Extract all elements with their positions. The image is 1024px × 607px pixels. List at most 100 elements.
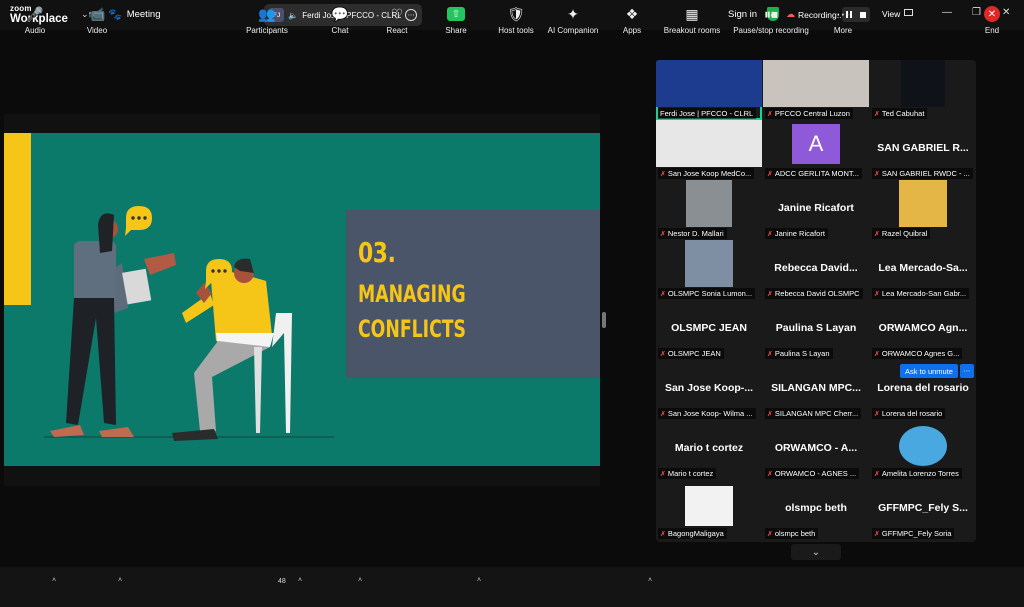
minimize-icon[interactable]: —	[942, 7, 952, 18]
caret-up-icon[interactable]: ˄	[52, 577, 56, 584]
participants-button[interactable]: 👥 Participants	[242, 4, 292, 36]
participant-tile[interactable]: Rebecca David... ✗ Rebecca David OLSMPC	[763, 240, 869, 300]
pause-stop-recording-button[interactable]: ⏸⏹ Pause/stop recording	[730, 4, 812, 36]
muted-mic-icon: ✗	[660, 290, 666, 298]
ai-companion-label: AI Companion	[547, 26, 599, 35]
video-button[interactable]: 📹 Video	[82, 4, 112, 36]
caret-up-icon[interactable]: ˄	[648, 577, 652, 584]
muted-mic-icon: ✗	[660, 350, 666, 358]
more-button[interactable]: ⋯ More	[828, 4, 858, 36]
audio-button[interactable]: 🎤 Audio	[20, 4, 50, 36]
caret-up-icon[interactable]: ˄	[298, 577, 302, 584]
grid-icon	[904, 9, 914, 16]
muted-mic-icon: ✗	[660, 170, 666, 178]
chevron-down-icon[interactable]: ⌄	[791, 544, 841, 560]
meeting-menu[interactable]: 🐾 Meeting	[108, 8, 161, 21]
participant-photo	[899, 180, 947, 227]
recording-control-label: Pause/stop recording	[733, 26, 809, 35]
end-button[interactable]: ✕ End	[978, 4, 1006, 35]
view-label: View	[882, 9, 901, 19]
participant-tile[interactable]: San Jose Koop-... ✗ San Jose Koop- Wilma …	[656, 360, 762, 420]
participant-label: ✗ OLSMPC Sonia Lumon...	[658, 288, 756, 299]
participant-display-name: OLSMPC JEAN	[671, 322, 747, 334]
participant-label: ✗ Ted Cabuhat	[872, 108, 928, 119]
participant-tile[interactable]: OLSMPC JEAN ✗ OLSMPC JEAN	[656, 300, 762, 360]
participants-label: Participants	[246, 26, 288, 35]
ai-companion-button[interactable]: ✦ AI Companion	[546, 4, 600, 36]
ask-to-unmute-button[interactable]: Ask to unmute	[900, 364, 958, 378]
participant-tile[interactable]: Ferdi Jose | PFCCO - CLRL	[656, 60, 762, 120]
participant-tile[interactable]: ✗ Razel Quibral	[870, 180, 976, 240]
caret-up-icon[interactable]: ˄	[118, 577, 122, 584]
participant-name: SAN GABRIEL RWDC - ...	[881, 169, 970, 178]
muted-mic-icon: ✗	[660, 410, 666, 418]
participant-tile[interactable]: ORWAMCO - A... ✗ ORWAMCO - AGNES ...	[763, 420, 869, 480]
sparkle-icon: ✦	[567, 5, 579, 22]
share-button[interactable]: ⇧ Share	[441, 4, 471, 35]
participant-display-name: SILANGAN MPC...	[771, 382, 861, 394]
participant-avatar: A	[792, 124, 840, 164]
participant-name: ORWAMCO Agnes G...	[881, 349, 960, 358]
muted-mic-icon: ✗	[874, 470, 880, 478]
participant-tile[interactable]: SAN GABRIEL R... ✗ SAN GABRIEL RWDC - ...	[870, 120, 976, 180]
participant-display-name: olsmpc beth	[785, 502, 847, 514]
more-icon: ⋯	[836, 5, 850, 22]
participant-tile[interactable]: Janine Ricafort ✗ Janine Ricafort	[763, 180, 869, 240]
participant-tile[interactable]: olsmpc beth ✗ olsmpc beth	[763, 480, 869, 540]
participant-name: Ted Cabuhat	[881, 109, 925, 118]
apps-button[interactable]: ❖ Apps	[617, 4, 647, 36]
participant-name: Paulina S Layan	[774, 349, 830, 358]
stop-icon[interactable]	[860, 11, 866, 18]
chat-button[interactable]: 💬 Chat	[325, 4, 355, 36]
participant-tile[interactable]: ✗ BagongMaligaya	[656, 480, 762, 540]
participant-tile[interactable]: SILANGAN MPC... ✗ SILANGAN MPC Cherr...	[763, 360, 869, 420]
participant-label: ✗ SAN GABRIEL RWDC - ...	[872, 168, 973, 179]
participant-tile[interactable]: A ✗ ADCC GERLITA MONT...	[763, 120, 869, 180]
caret-up-icon[interactable]: ˄	[358, 577, 362, 584]
participant-display-name: ORWAMCO - A...	[774, 442, 858, 454]
participant-tile[interactable]: Lea Mercado-Sa... ✗ Lea Mercado-San Gabr.…	[870, 240, 976, 300]
muted-mic-icon: ✗	[874, 110, 880, 118]
participant-name: GFFMPC_Fely Soria	[881, 529, 952, 538]
participant-name: olsmpc beth	[774, 529, 816, 538]
breakout-rooms-button[interactable]: ▦ Breakout rooms	[662, 4, 722, 36]
more-icon[interactable]: ⋯	[960, 364, 974, 378]
participant-tile[interactable]: ✗ Amelita Lorenzo Torres	[870, 420, 976, 480]
participant-tile[interactable]: ✗ OLSMPC Sonia Lumon...	[656, 240, 762, 300]
participant-name: Nestor D. Mallari	[667, 229, 724, 238]
muted-mic-icon: ✗	[767, 230, 773, 238]
participant-tile[interactable]: ORWAMCO Agn... ✗ ORWAMCO Agnes G...	[870, 300, 976, 360]
participant-tile[interactable]: ✗ San Jose Koop MedCo...	[656, 120, 762, 180]
slide-number: 03.	[358, 236, 396, 269]
participant-tile[interactable]: Paulina S Layan ✗ Paulina S Layan	[763, 300, 869, 360]
host-tools-button[interactable]: 🛡 Host tools	[496, 4, 536, 36]
split-resize-handle[interactable]	[602, 312, 606, 328]
view-button[interactable]: View	[882, 9, 914, 19]
participant-display-name: SAN GABRIEL R...	[877, 142, 969, 154]
participant-label: ✗ olsmpc beth	[765, 528, 819, 539]
participant-name: Lea Mercado-San Gabr...	[881, 289, 967, 298]
participant-tile[interactable]: Mario t cortez ✗ Mario t cortez	[656, 420, 762, 480]
caret-up-icon[interactable]: ˄	[477, 577, 481, 584]
participant-name: Razel Quibral	[881, 229, 928, 238]
participant-tile[interactable]: ✗ Nestor D. Mallari	[656, 180, 762, 240]
muted-mic-icon: ✗	[767, 110, 773, 118]
participant-display-name: Rebecca David...	[774, 262, 858, 274]
participant-label: ✗ GFFMPC_Fely Soria	[872, 528, 955, 539]
share-screen-icon: ⇧	[441, 4, 471, 24]
participant-tile[interactable]: ✗ PFCCO Central Luzon	[763, 60, 869, 120]
participant-tile[interactable]: ✗ Ted Cabuhat	[870, 60, 976, 120]
shield-icon: 🛡	[507, 5, 525, 22]
participant-label: ✗ San Jose Koop- Wilma ...	[658, 408, 756, 419]
participant-label: ✗ OLSMPC JEAN	[658, 348, 724, 359]
conversation-illustration	[44, 206, 334, 441]
participant-name: Rebecca David OLSMPC	[774, 289, 860, 298]
participant-tile[interactable]: GFFMPC_Fely S... ✗ GFFMPC_Fely Soria	[870, 480, 976, 540]
participant-label: ✗ Lorena del rosario	[872, 408, 946, 419]
participant-display-name: Lorena del rosario	[877, 382, 969, 394]
react-button[interactable]: ♡ React	[382, 4, 412, 36]
share-label: Share	[445, 26, 467, 35]
slide: 03. MANAGING CONFLICTS	[4, 133, 600, 466]
participant-label: ✗ Lea Mercado-San Gabr...	[872, 288, 970, 299]
muted-mic-icon: ✗	[767, 170, 773, 178]
